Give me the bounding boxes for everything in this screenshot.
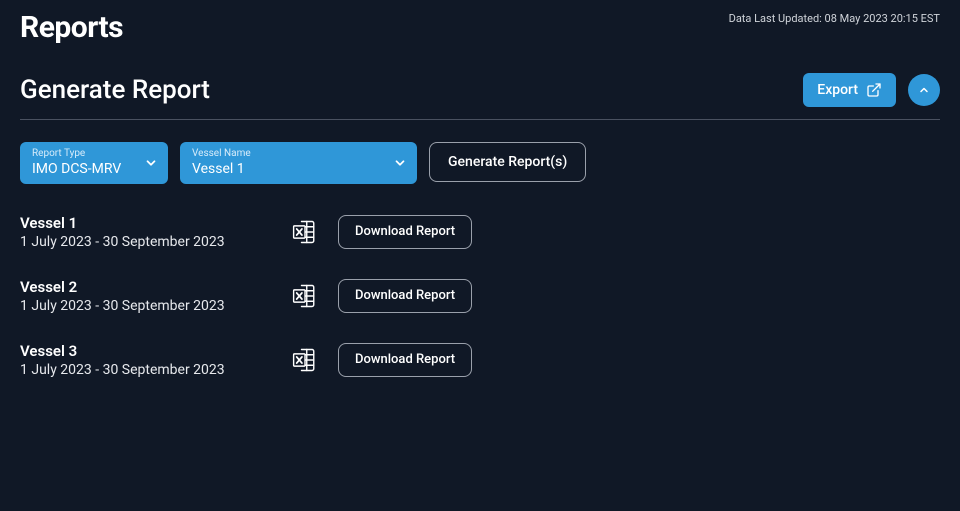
generate-report-button[interactable]: Generate Report(s) [429,142,586,182]
excel-file-icon [290,217,320,247]
external-link-icon [866,82,882,98]
chevron-down-icon [144,156,158,170]
chevron-down-icon [393,156,407,170]
chevron-up-icon [918,84,930,96]
excel-file-icon [290,281,320,311]
collapse-button[interactable] [908,74,940,106]
section-title: Generate Report [20,75,210,105]
report-list: Vessel 1 1 July 2023 - 30 September 2023… [20,214,940,378]
report-info: Vessel 3 1 July 2023 - 30 September 2023 [20,342,290,378]
report-type-label: Report Type [32,148,132,159]
vessel-name-select[interactable]: Vessel Name Vessel 1 [180,142,417,184]
report-row: Vessel 3 1 July 2023 - 30 September 2023… [20,342,940,378]
report-row: Vessel 1 1 July 2023 - 30 September 2023… [20,214,940,250]
report-type-select[interactable]: Report Type IMO DCS-MRV [20,142,168,184]
report-info: Vessel 2 1 July 2023 - 30 September 2023 [20,278,290,314]
download-report-button[interactable]: Download Report [338,279,472,313]
excel-file-icon [290,345,320,375]
report-name: Vessel 1 [20,214,290,232]
download-report-button[interactable]: Download Report [338,215,472,249]
report-info: Vessel 1 1 July 2023 - 30 September 2023 [20,214,290,250]
report-date-range: 1 July 2023 - 30 September 2023 [20,234,290,250]
download-report-button[interactable]: Download Report [338,343,472,377]
report-date-range: 1 July 2023 - 30 September 2023 [20,362,290,378]
report-date-range: 1 July 2023 - 30 September 2023 [20,298,290,314]
report-name: Vessel 3 [20,342,290,360]
section-divider [20,119,940,120]
report-row: Vessel 2 1 July 2023 - 30 September 2023… [20,278,940,314]
report-name: Vessel 2 [20,278,290,296]
page-title: Reports [20,10,123,45]
export-button[interactable]: Export [803,73,896,107]
export-button-label: Export [817,82,858,98]
vessel-name-label: Vessel Name [192,148,381,159]
last-updated-text: Data Last Updated: 08 May 2023 20:15 EST [729,12,940,25]
vessel-name-value: Vessel 1 [192,161,381,178]
report-type-value: IMO DCS-MRV [32,161,132,178]
